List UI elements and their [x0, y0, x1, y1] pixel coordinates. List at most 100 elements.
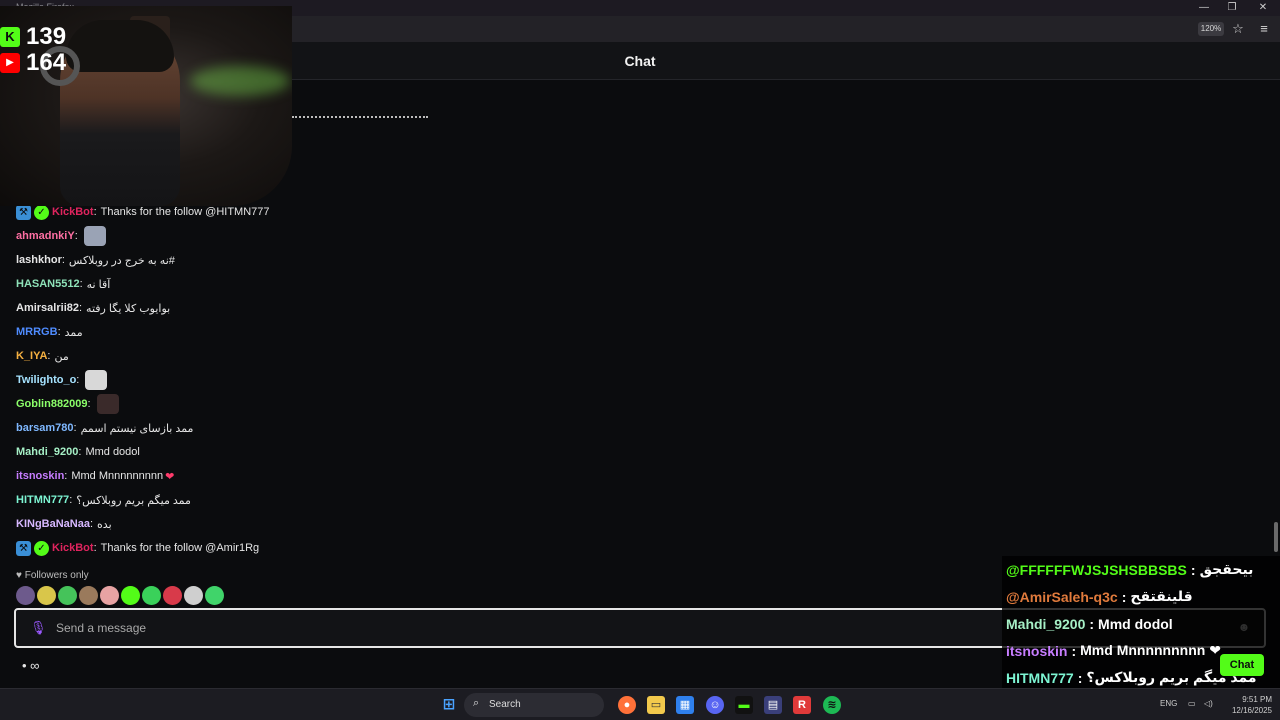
- message-input[interactable]: [56, 618, 956, 638]
- overlay-separator: :: [1121, 588, 1127, 605]
- overlay-separator: :: [1190, 561, 1196, 578]
- username-separator: :: [73, 422, 77, 434]
- network-icon[interactable]: ▭: [1188, 699, 1196, 708]
- store-icon[interactable]: ▦: [676, 696, 694, 714]
- maximize-icon[interactable]: ❐: [1218, 0, 1246, 16]
- chat-username[interactable]: lashkhor: [16, 254, 62, 266]
- chat-username[interactable]: Amirsalrii82: [16, 302, 79, 314]
- chat-message: HITMN777: ممد میگم بریم روبلاکس؟: [16, 488, 716, 512]
- username-separator: :: [76, 374, 80, 386]
- username-separator: :: [74, 230, 78, 242]
- chat-username[interactable]: HASAN5512: [16, 278, 80, 290]
- chat-message: Goblin882009:: [16, 392, 716, 416]
- chat-username[interactable]: MRRGB: [16, 326, 58, 338]
- username-separator: :: [78, 302, 83, 314]
- chat-message-text: بده: [97, 518, 112, 531]
- chat-message: Mahdi_9200: Mmd dodol: [16, 440, 716, 464]
- emote-9[interactable]: [184, 586, 203, 605]
- search-icon: ⌕: [473, 697, 480, 709]
- emote-8[interactable]: [163, 586, 182, 605]
- chat-username[interactable]: barsam780: [16, 422, 74, 434]
- verified-badge-icon: ✓: [34, 540, 49, 556]
- chat-username[interactable]: itsnoskin: [16, 470, 64, 482]
- close-icon[interactable]: ✕: [1249, 0, 1277, 16]
- username-separator: :: [87, 398, 91, 410]
- cat-emote: [85, 370, 108, 390]
- heart-emoji: ❤: [165, 470, 175, 483]
- username-separator: :: [93, 206, 97, 218]
- overlay-username: Mahdi_9200: [1006, 615, 1086, 632]
- verified-badge-icon: ✓: [34, 204, 49, 220]
- chat-message: ⚒ ✓ KickBot: Thanks for the follow @Amir1Rg: [16, 536, 716, 560]
- language-indicator[interactable]: ENG: [1160, 699, 1177, 708]
- taskbar-search[interactable]: ⌕ Search: [464, 693, 604, 717]
- file-explorer-icon[interactable]: ▭: [647, 696, 665, 714]
- chat-username[interactable]: K_IYA: [16, 350, 47, 362]
- chat-message-text: من: [54, 350, 69, 363]
- emote-6[interactable]: [121, 586, 140, 605]
- chat-username[interactable]: KickBot: [52, 206, 94, 218]
- dark-emote: [96, 394, 119, 414]
- username-separator: :: [79, 278, 83, 290]
- username-separator: :: [69, 494, 73, 506]
- emote-4[interactable]: [79, 586, 98, 605]
- clock-time: 9:51 PM: [1242, 695, 1272, 704]
- overlay-username: @FFFFFFWJSJSHSBBSBS: [1006, 561, 1187, 578]
- bookmark-star-icon[interactable]: ☆: [1229, 20, 1247, 38]
- chat-tools[interactable]: • ∞: [22, 658, 39, 673]
- overlay-separator: :: [1089, 615, 1095, 632]
- username-separator: :: [93, 542, 97, 554]
- chat-scrollbar[interactable]: [1274, 522, 1278, 552]
- chat-message: K_IYA: من: [16, 344, 716, 368]
- windows-start-icon[interactable]: ⊞: [440, 696, 458, 714]
- windows-taskbar: ⊞ ⌕ Search ● ▭ ▦ ☺ ▬ ▤ R ≋ ENG ▭ ◁) 9:51…: [0, 688, 1280, 720]
- chat-username[interactable]: KINgBaNaNaa: [16, 518, 90, 530]
- led-light: [190, 66, 290, 96]
- overlay-username: @AmirSaleh-q3c: [1006, 588, 1118, 605]
- chat-message-text: بوایوب کلا یگا رفته: [86, 302, 171, 315]
- chat-username[interactable]: Mahdi_9200: [16, 446, 78, 458]
- webcam-overlay: K 139 ▶ 164: [0, 6, 292, 206]
- mouse-emote: [83, 226, 106, 246]
- volume-icon[interactable]: ◁): [1204, 699, 1213, 708]
- menu-icon[interactable]: ≡: [1255, 20, 1273, 38]
- chat-message-text: آقا نه: [86, 278, 111, 291]
- taskbar-clock[interactable]: 9:51 PM 12/16/2025: [1222, 694, 1272, 716]
- chat-username[interactable]: HITMN777: [16, 494, 69, 506]
- emote-7[interactable]: [142, 586, 161, 605]
- overlay-separator: :: [1071, 642, 1077, 659]
- discord-icon[interactable]: ☺: [706, 696, 724, 714]
- spotify-icon[interactable]: ≋: [823, 696, 841, 714]
- emote-10[interactable]: [205, 586, 224, 605]
- followers-only-notice: ♥ Followers only: [16, 570, 89, 581]
- kick-viewers-row: K 139: [0, 23, 66, 50]
- chat-username[interactable]: ahmadnkiY: [16, 230, 75, 242]
- zoom-level-badge[interactable]: 120%: [1198, 22, 1224, 36]
- chat-username[interactable]: Twilighto_o: [16, 374, 76, 386]
- r-app-icon[interactable]: R: [793, 696, 811, 714]
- chat-send-button[interactable]: Chat: [1220, 654, 1264, 676]
- emote-5[interactable]: [100, 586, 119, 605]
- emote-3[interactable]: [58, 586, 77, 605]
- chat-username[interactable]: KickBot: [52, 542, 94, 554]
- chat-message-text: ممد میگم بریم روبلاکس؟: [76, 494, 191, 507]
- minimize-icon[interactable]: —: [1190, 0, 1218, 16]
- moderator-badge-icon: ⚒: [16, 204, 31, 220]
- chat-username[interactable]: Goblin882009: [16, 398, 88, 410]
- emote-2[interactable]: [37, 586, 56, 605]
- viewer-counts: K 139 ▶ 164: [0, 23, 66, 76]
- firefox-icon[interactable]: ●: [618, 696, 636, 714]
- obs-icon[interactable]: ▬: [735, 696, 753, 714]
- streamer-hair: [66, 20, 174, 72]
- chat-message-text: Thanks for the follow @HITMN777: [100, 206, 270, 218]
- app-icon[interactable]: ▤: [764, 696, 782, 714]
- username-separator: :: [89, 518, 94, 530]
- overlay-chat-message: @AmirSaleh-q3c: قلینقتقح: [1002, 583, 1280, 610]
- microphone-icon[interactable]: 🎙: [30, 620, 47, 636]
- chat-message-text: ممد بازسای نیستم اسمم: [80, 422, 194, 435]
- overlay-message-text: بیحقجق: [1199, 561, 1254, 577]
- overlay-username: HITMN777: [1006, 669, 1074, 686]
- emote-1[interactable]: [16, 586, 35, 605]
- youtube-logo-icon: ▶: [0, 53, 20, 73]
- chat-message: ahmadnkiY:: [16, 224, 716, 248]
